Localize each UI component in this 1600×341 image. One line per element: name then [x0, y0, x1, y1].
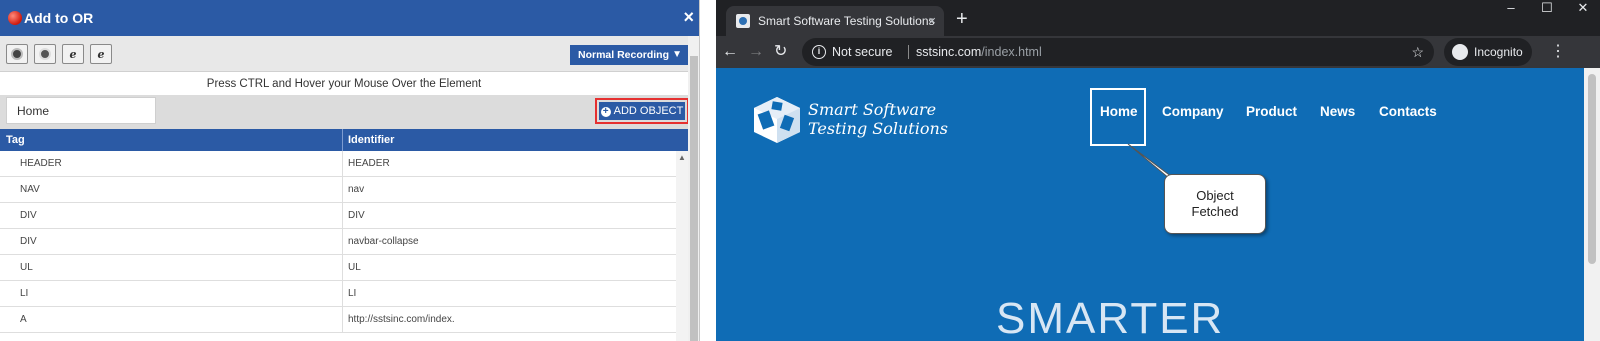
- table-row[interactable]: LI LI: [0, 281, 688, 307]
- nav-item-contacts[interactable]: Contacts: [1379, 104, 1437, 119]
- objects-table: HEADER HEADER NAV nav DIV DIV DIV navbar…: [0, 151, 688, 341]
- recording-mode-select[interactable]: Normal Recording ▼: [570, 45, 688, 65]
- incognito-badge[interactable]: Incognito: [1444, 38, 1532, 66]
- maximize-icon[interactable]: ☐: [1532, 0, 1562, 16]
- tag-cell: HEADER: [20, 158, 62, 169]
- incognito-label: Incognito: [1474, 45, 1523, 59]
- logo-text: Smart Software Testing Solutions: [808, 100, 948, 138]
- nav-item-home[interactable]: Home: [1100, 104, 1138, 119]
- table-row[interactable]: DIV navbar-collapse: [0, 229, 688, 255]
- callout-line-1: Object: [1196, 188, 1234, 203]
- identifier-cell: DIV: [348, 210, 365, 221]
- logo-line-1: Smart Software: [808, 100, 937, 119]
- tab-title: Smart Software Testing Solutions: [758, 14, 935, 28]
- site-logo[interactable]: Smart Software Testing Solutions: [750, 90, 950, 150]
- panel-scrollbar[interactable]: [688, 36, 699, 341]
- identifier-cell: LI: [348, 288, 357, 299]
- search-row: +ADD OBJECT: [0, 95, 689, 129]
- scroll-up-icon[interactable]: ▲: [678, 153, 686, 162]
- back-icon[interactable]: ←: [722, 40, 738, 64]
- edge-icon[interactable]: e: [90, 44, 112, 64]
- identifier-cell: UL: [348, 262, 361, 273]
- page-scrollbar-thumb[interactable]: [1588, 74, 1596, 264]
- table-row[interactable]: NAV nav: [0, 177, 688, 203]
- object-fetched-callout: Object Fetched: [1164, 174, 1266, 234]
- browser-tab[interactable]: Smart Software Testing Solutions ×: [726, 6, 944, 36]
- screen: Add to OR × e e Normal Recording ▼ Press…: [0, 0, 1600, 341]
- new-tab-button[interactable]: +: [956, 6, 968, 32]
- window-close-icon[interactable]: ✕: [1568, 0, 1598, 16]
- chevron-down-icon: ▼: [672, 49, 682, 60]
- panel-titlebar: Add to OR ×: [0, 0, 699, 36]
- callout-line-2: Fetched: [1191, 204, 1239, 219]
- reload-icon[interactable]: ↻: [774, 40, 787, 64]
- tab-close-icon[interactable]: ×: [928, 6, 936, 36]
- panel-toolbar: e e Normal Recording ▼: [0, 36, 688, 72]
- minimize-icon[interactable]: –: [1496, 0, 1526, 15]
- add-object-highlight: + ADD OBJECT: [595, 98, 689, 124]
- scrollbar-thumb[interactable]: [690, 56, 698, 341]
- column-header-identifier[interactable]: Identifier: [348, 129, 394, 151]
- site-favicon-icon: [736, 14, 750, 28]
- ie-icon[interactable]: e: [62, 44, 84, 64]
- tag-cell: NAV: [20, 184, 40, 195]
- info-icon[interactable]: i: [812, 45, 826, 59]
- cube-logo-icon: [754, 97, 800, 143]
- tag-cell: A: [20, 314, 27, 325]
- table-row[interactable]: HEADER HEADER: [0, 151, 688, 177]
- url-text[interactable]: sstsinc.com/index.html: [916, 38, 1042, 66]
- close-icon[interactable]: ×: [683, 8, 694, 26]
- more-menu-icon[interactable]: ⋮: [1550, 40, 1566, 64]
- hover-hint: Press CTRL and Hover your Mouse Over the…: [0, 73, 688, 95]
- chrome-icon[interactable]: [6, 44, 28, 64]
- record-icon: [8, 11, 22, 25]
- security-label: Not secure: [832, 45, 893, 59]
- address-bar[interactable]: i Not secure sstsinc.com/index.html ☆: [802, 38, 1434, 66]
- hero-heading: SMARTER: [996, 294, 1225, 341]
- recording-mode-label: Normal Recording: [578, 49, 670, 61]
- table-scrollbar[interactable]: ▲: [676, 151, 688, 341]
- logo-line-2: Testing Solutions: [808, 119, 948, 138]
- firefox-icon[interactable]: [34, 44, 56, 64]
- page-scrollbar[interactable]: [1584, 68, 1600, 341]
- page-viewport: Smart Software Testing Solutions Home Co…: [716, 68, 1584, 341]
- add-to-or-panel: Add to OR × e e Normal Recording ▼ Press…: [0, 0, 700, 341]
- forward-icon[interactable]: →: [748, 40, 764, 64]
- table-row[interactable]: DIV DIV: [0, 203, 688, 229]
- table-row[interactable]: UL UL: [0, 255, 688, 281]
- tag-cell: UL: [20, 262, 33, 273]
- nav-item-company[interactable]: Company: [1162, 104, 1224, 119]
- tag-cell: LI: [20, 288, 29, 299]
- nav-item-product[interactable]: Product: [1246, 104, 1297, 119]
- tab-strip: Smart Software Testing Solutions × + – ☐…: [716, 0, 1600, 36]
- add-object-button[interactable]: + ADD OBJECT: [599, 102, 685, 120]
- search-input[interactable]: [6, 97, 156, 124]
- identifier-cell: http://sstsinc.com/index.: [348, 314, 455, 325]
- browser-toolbar: ← → ↻ i Not secure sstsinc.com/index.htm…: [716, 36, 1600, 68]
- add-object-label: ADD OBJECT: [613, 105, 684, 117]
- table-header: Tag Identifier: [0, 129, 688, 151]
- identifier-cell: navbar-collapse: [348, 236, 419, 247]
- browser-window: Smart Software Testing Solutions × + – ☐…: [716, 0, 1600, 341]
- tag-cell: DIV: [20, 210, 37, 221]
- tag-cell: DIV: [20, 236, 37, 247]
- url-host: sstsinc.com: [916, 45, 982, 59]
- identifier-cell: HEADER: [348, 158, 390, 169]
- nav-item-news[interactable]: News: [1320, 104, 1355, 119]
- plus-icon: +: [600, 107, 611, 117]
- panel-title: Add to OR: [24, 10, 94, 26]
- incognito-icon: [1452, 44, 1468, 60]
- identifier-cell: nav: [348, 184, 365, 195]
- bookmark-star-icon[interactable]: ☆: [1411, 38, 1424, 66]
- table-row[interactable]: A http://sstsinc.com/index.: [0, 307, 688, 333]
- column-header-tag[interactable]: Tag: [6, 129, 25, 151]
- url-path: /index.html: [981, 45, 1042, 59]
